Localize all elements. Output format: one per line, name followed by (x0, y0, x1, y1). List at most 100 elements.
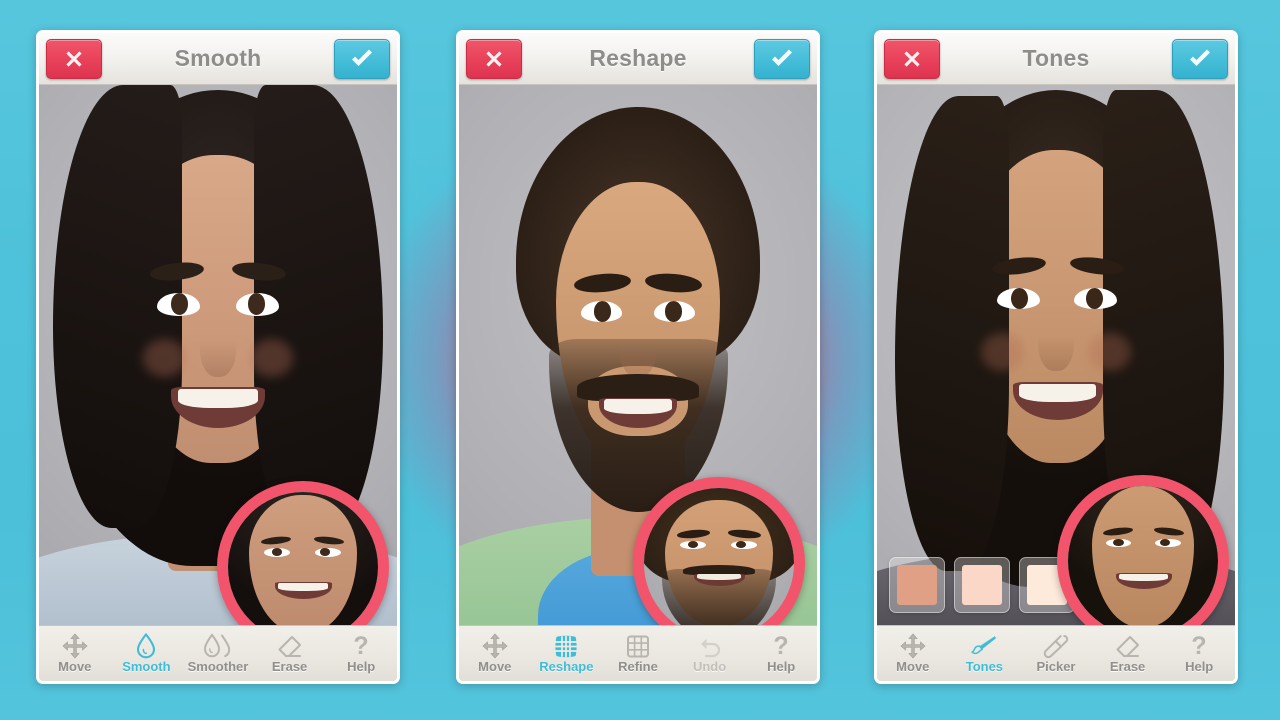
editor-panel-tones: Tones Move Tones Picker Erase ? Help (874, 30, 1238, 684)
tool-tones[interactable]: Tones (949, 626, 1021, 681)
eye-left (996, 287, 1040, 310)
close-icon (66, 51, 82, 67)
tool-help[interactable]: ? Help (325, 626, 397, 681)
tool-label: Smoother (187, 659, 249, 674)
tool-erase[interactable]: Erase (1092, 626, 1164, 681)
question-icon: ? (767, 633, 795, 659)
titlebar: Smooth (39, 33, 397, 85)
tool-help[interactable]: ? Help (1163, 626, 1235, 681)
tool-smooth[interactable]: Smooth (111, 626, 183, 681)
cheek-left (980, 333, 1024, 372)
tool-reshape[interactable]: Reshape (531, 626, 603, 681)
page-title: Reshape (589, 45, 687, 71)
tool-label: Move (58, 659, 92, 674)
close-icon (904, 51, 920, 67)
svg-text:?: ? (354, 633, 369, 659)
tool-label: Reshape (539, 659, 594, 674)
tool-label: Help (767, 659, 796, 674)
tone-swatch-2-color (962, 565, 1002, 605)
eye-right (1073, 287, 1117, 310)
confirm-button[interactable] (334, 39, 390, 79)
magnifier-loupe[interactable] (1057, 475, 1229, 625)
eye-left (580, 301, 622, 322)
undo-icon (696, 634, 724, 659)
pupil-right (664, 301, 683, 322)
svg-text:?: ? (774, 633, 789, 659)
photo-canvas[interactable] (39, 85, 397, 625)
tool-label: Help (1185, 659, 1214, 674)
titlebar: Reshape (459, 33, 817, 85)
tool-move[interactable]: Move (877, 626, 949, 681)
tool-label: Move (896, 659, 930, 674)
nose (1038, 311, 1074, 372)
tone-swatch-2[interactable] (954, 557, 1010, 613)
tool-picker[interactable]: Picker (1020, 626, 1092, 681)
teeth (177, 389, 258, 409)
check-icon (772, 49, 792, 66)
tone-swatch-strip (889, 557, 1075, 613)
check-icon (1190, 49, 1210, 66)
page-title: Tones (1022, 45, 1090, 71)
cheek-left (142, 338, 186, 377)
teeth (604, 399, 672, 414)
eraser-icon (276, 634, 304, 659)
loupe-preview (228, 492, 378, 625)
eyedropper-icon (1042, 634, 1070, 659)
tool-label: Move (478, 659, 512, 674)
eye-left (157, 292, 201, 316)
eraser-icon (1114, 634, 1142, 659)
magnifier-loupe[interactable] (217, 481, 389, 625)
bottom-toolbar: Move Smooth Smoother Erase ? Help (39, 625, 397, 681)
tool-label: Help (347, 659, 376, 674)
page-title: Smooth (174, 45, 262, 71)
cancel-button[interactable] (46, 39, 102, 79)
pupil-left (593, 301, 612, 322)
droplets-icon (201, 633, 235, 659)
tool-erase[interactable]: Erase (254, 626, 326, 681)
question-icon: ? (347, 633, 375, 659)
tool-refine[interactable]: Refine (602, 626, 674, 681)
eye-right (654, 301, 696, 322)
app-background: Smooth Move Smooth Smoother Erase ? Help… (0, 0, 1280, 720)
eye-right (235, 292, 279, 316)
cancel-button[interactable] (466, 39, 522, 79)
cancel-button[interactable] (884, 39, 940, 79)
bottom-toolbar: Move Reshape Refine Undo ? Help (459, 625, 817, 681)
confirm-button[interactable] (754, 39, 810, 79)
loupe-preview (1068, 486, 1218, 625)
photo-canvas[interactable] (459, 85, 817, 625)
tool-label: Undo (692, 659, 727, 674)
tool-move[interactable]: Move (459, 626, 531, 681)
editor-panel-smooth: Smooth Move Smooth Smoother Erase ? Help (36, 30, 400, 684)
loupe-preview (644, 488, 794, 625)
titlebar: Tones (877, 33, 1235, 85)
tone-swatch-1[interactable] (889, 557, 945, 613)
tool-undo[interactable]: Undo (674, 626, 746, 681)
tool-help[interactable]: ? Help (745, 626, 817, 681)
nose (620, 322, 656, 377)
tool-move[interactable]: Move (39, 626, 111, 681)
tone-swatch-1-color (897, 565, 937, 605)
tool-label: Erase (1109, 659, 1146, 674)
moustache (577, 373, 699, 401)
tool-smoother[interactable]: Smoother (182, 626, 254, 681)
confirm-button[interactable] (1172, 39, 1228, 79)
mesh-icon (552, 634, 580, 659)
move-icon (61, 633, 89, 659)
tool-label: Refine (618, 659, 658, 674)
nose (200, 317, 236, 377)
tool-label: Picker (1036, 659, 1076, 674)
pupil-left (1010, 287, 1028, 310)
teeth (1019, 383, 1097, 402)
brush-icon (970, 634, 998, 659)
check-icon (352, 49, 372, 66)
close-icon (486, 51, 502, 67)
move-icon (899, 633, 927, 659)
cheek-right (250, 338, 294, 377)
pupil-right (247, 293, 266, 316)
photo-canvas[interactable] (877, 85, 1235, 625)
tool-label: Erase (271, 659, 308, 674)
magnifier-loupe[interactable] (633, 477, 805, 625)
bottom-toolbar: Move Tones Picker Erase ? Help (877, 625, 1235, 681)
tool-label: Smooth (122, 659, 171, 674)
